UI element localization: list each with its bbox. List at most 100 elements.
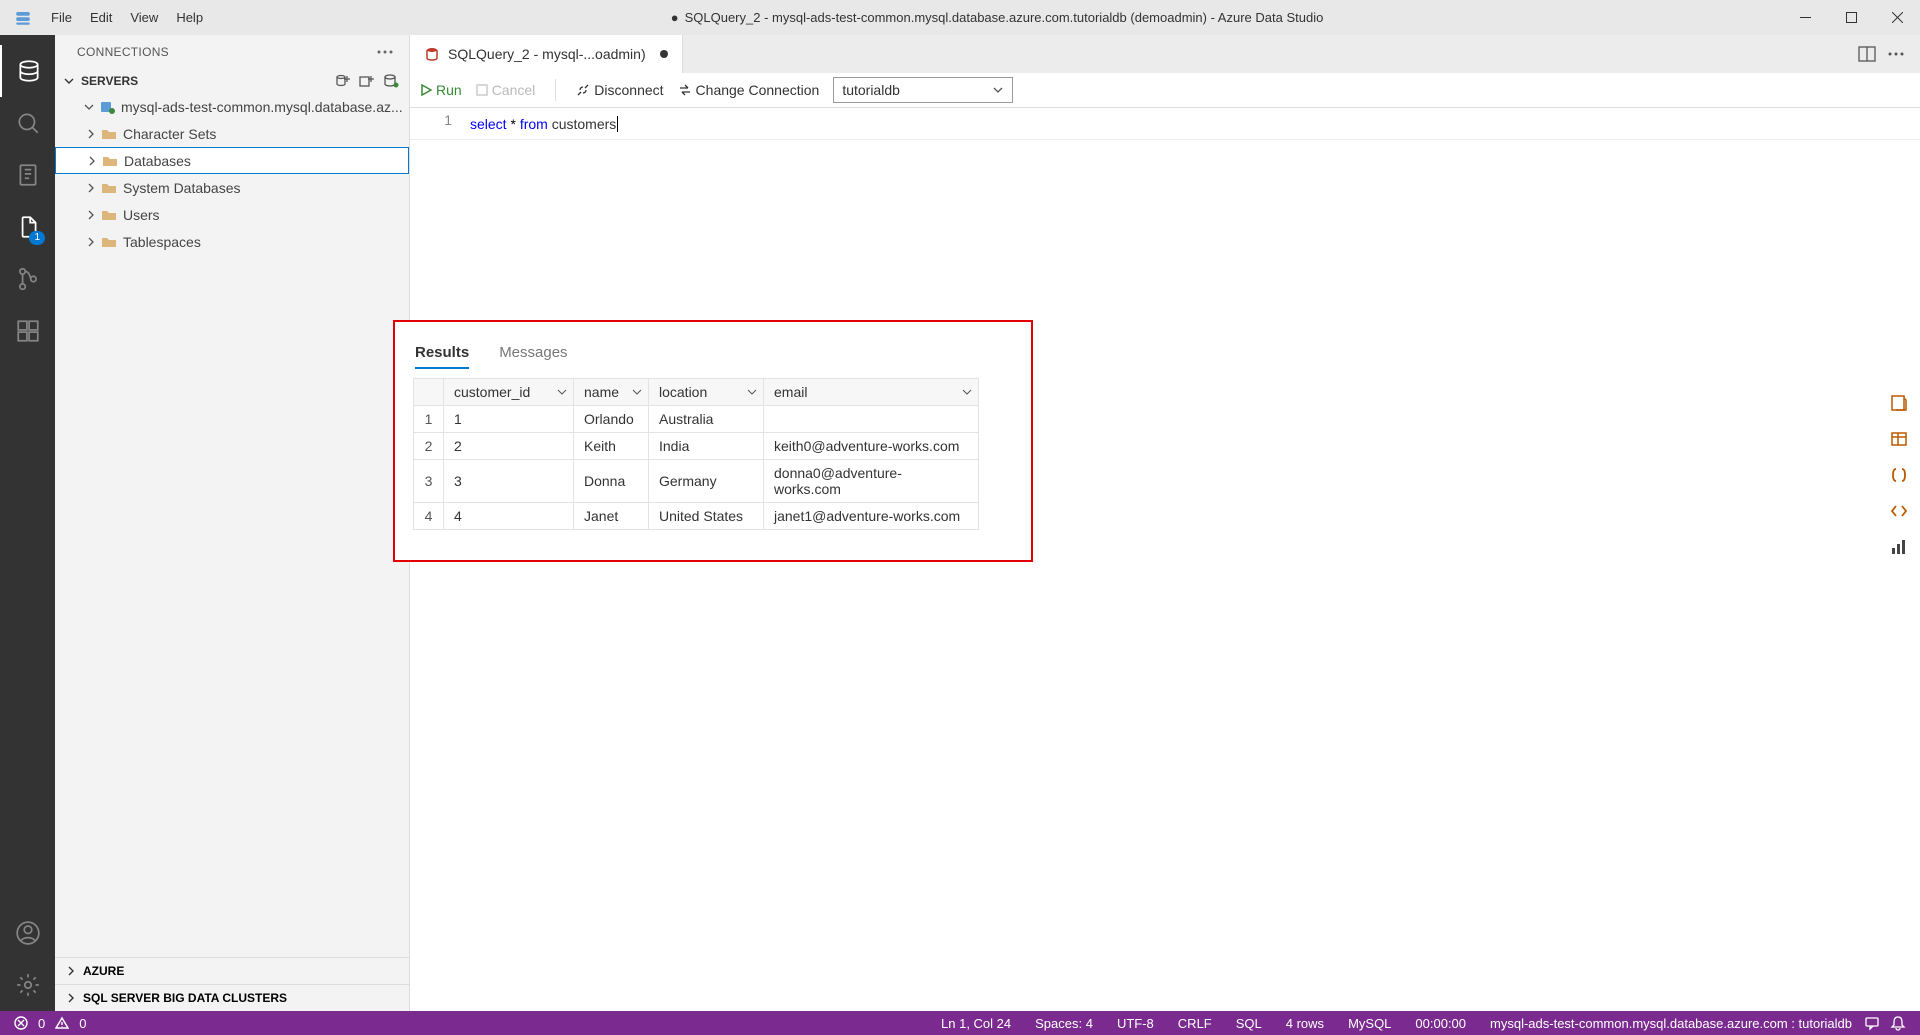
- chevron-right-icon: [65, 992, 77, 1004]
- save-excel-icon[interactable]: [1888, 428, 1910, 450]
- more-icon[interactable]: [377, 50, 393, 54]
- run-button[interactable]: Run: [420, 82, 462, 98]
- chevron-down-icon[interactable]: [747, 387, 757, 397]
- query-toolbar: Run Cancel Disconnect Change Connection …: [410, 73, 1920, 108]
- activity-settings[interactable]: [0, 959, 55, 1011]
- status-bar: 0 0 Ln 1, Col 24 Spaces: 4 UTF-8 CRLF SQ…: [0, 1011, 1920, 1035]
- editor-area: SQLQuery_2 - mysql-...oadmin) Run Cancel: [410, 35, 1920, 1011]
- activity-source-control[interactable]: [0, 253, 55, 305]
- status-time[interactable]: 00:00:00: [1403, 1016, 1478, 1031]
- chevron-down-icon[interactable]: [632, 387, 642, 397]
- status-spaces[interactable]: Spaces: 4: [1023, 1016, 1105, 1031]
- database-select-value: tutorialdb: [842, 82, 900, 98]
- tree-node-character-sets[interactable]: Character Sets: [55, 120, 409, 147]
- col-name[interactable]: name: [574, 379, 649, 406]
- editor-tab-label: SQLQuery_2 - mysql-...oadmin): [448, 46, 646, 62]
- activity-search[interactable]: [0, 97, 55, 149]
- status-errors[interactable]: 0: [38, 1016, 45, 1031]
- menu-help[interactable]: Help: [167, 0, 212, 35]
- results-action-rail: [1888, 392, 1910, 558]
- section-bigdata[interactable]: SQL SERVER BIG DATA CLUSTERS: [55, 984, 409, 1011]
- status-engine[interactable]: MySQL: [1336, 1016, 1403, 1031]
- app-icon: [14, 9, 32, 27]
- separator: [555, 79, 556, 101]
- section-azure[interactable]: AZURE: [55, 957, 409, 984]
- code-editor[interactable]: 1 select * from customers: [410, 108, 1920, 140]
- server-node[interactable]: mysql-ads-test-common.mysql.database.az.…: [55, 93, 409, 120]
- dirty-indicator-icon: ●: [671, 10, 679, 25]
- col-email[interactable]: email: [764, 379, 979, 406]
- activity-extensions[interactable]: [0, 305, 55, 357]
- status-connection[interactable]: mysql-ads-test-common.mysql.database.azu…: [1478, 1016, 1864, 1031]
- activity-accounts[interactable]: [0, 907, 55, 959]
- col-location[interactable]: location: [649, 379, 764, 406]
- server-tree: mysql-ads-test-common.mysql.database.az.…: [55, 93, 409, 957]
- more-icon[interactable]: [1888, 45, 1904, 63]
- warning-icon[interactable]: [55, 1016, 69, 1030]
- tree-node-users[interactable]: Users: [55, 201, 409, 228]
- servers-section-header[interactable]: SERVERS: [55, 69, 409, 93]
- col-customer-id[interactable]: customer_id: [444, 379, 574, 406]
- menu-file[interactable]: File: [42, 0, 81, 35]
- chart-icon[interactable]: [1888, 536, 1910, 558]
- tab-results[interactable]: Results: [415, 344, 469, 369]
- save-csv-icon[interactable]: [1888, 392, 1910, 414]
- editor-tab[interactable]: SQLQuery_2 - mysql-...oadmin): [410, 35, 683, 73]
- feedback-icon[interactable]: [1864, 1015, 1880, 1031]
- chevron-right-icon: [83, 128, 99, 140]
- activity-explorer[interactable]: 1: [0, 201, 55, 253]
- folder-icon: [102, 154, 118, 168]
- table-row[interactable]: 11OrlandoAustralia: [414, 406, 979, 433]
- status-ln-col[interactable]: Ln 1, Col 24: [929, 1016, 1023, 1031]
- status-rows[interactable]: 4 rows: [1274, 1016, 1336, 1031]
- activity-connections[interactable]: [0, 45, 55, 97]
- disconnect-button[interactable]: Disconnect: [576, 82, 663, 98]
- save-json-icon[interactable]: [1888, 464, 1910, 486]
- chevron-right-icon: [83, 209, 99, 221]
- chevron-down-icon[interactable]: [557, 387, 567, 397]
- code-line[interactable]: select * from customers: [470, 108, 618, 139]
- change-connection-button[interactable]: Change Connection: [678, 82, 820, 98]
- table-row[interactable]: 44JanetUnited Statesjanet1@adventure-wor…: [414, 503, 979, 530]
- table-row[interactable]: 22KeithIndiakeith0@adventure-works.com: [414, 433, 979, 460]
- editor-tabs: SQLQuery_2 - mysql-...oadmin): [410, 35, 1920, 73]
- menu-view[interactable]: View: [121, 0, 167, 35]
- chevron-down-icon: [81, 101, 97, 113]
- status-warnings[interactable]: 0: [79, 1016, 86, 1031]
- error-icon[interactable]: [14, 1016, 28, 1030]
- table-row[interactable]: 33DonnaGermanydonna0@adventure-works.com: [414, 460, 979, 503]
- server-label: mysql-ads-test-common.mysql.database.az.…: [121, 99, 403, 115]
- activity-notebooks[interactable]: [0, 149, 55, 201]
- split-editor-icon[interactable]: [1858, 45, 1876, 63]
- bell-icon[interactable]: [1880, 1015, 1906, 1031]
- window-title-text: SQLQuery_2 - mysql-ads-test-common.mysql…: [685, 10, 1324, 25]
- server-status-icon[interactable]: [383, 73, 399, 89]
- tab-messages[interactable]: Messages: [499, 344, 567, 369]
- results-grid[interactable]: customer_id name location email 11Orland…: [413, 378, 979, 530]
- new-group-icon[interactable]: [359, 73, 375, 89]
- status-eol[interactable]: CRLF: [1166, 1016, 1224, 1031]
- sidebar: CONNECTIONS SERVERS mysql-ads-test-commo…: [55, 35, 410, 1011]
- folder-icon: [101, 235, 117, 249]
- menu-edit[interactable]: Edit: [81, 0, 121, 35]
- database-icon: [424, 46, 440, 62]
- new-connection-icon[interactable]: [335, 73, 351, 89]
- tree-node-tablespaces[interactable]: Tablespaces: [55, 228, 409, 255]
- chevron-down-icon[interactable]: [962, 387, 972, 397]
- status-encoding[interactable]: UTF-8: [1105, 1016, 1166, 1031]
- save-xml-icon[interactable]: [1888, 500, 1910, 522]
- tree-node-databases[interactable]: Databases: [55, 147, 409, 174]
- status-lang[interactable]: SQL: [1224, 1016, 1274, 1031]
- maximize-button[interactable]: [1828, 0, 1874, 35]
- database-select[interactable]: tutorialdb: [833, 77, 1013, 103]
- tree-node-system-databases[interactable]: System Databases: [55, 174, 409, 201]
- folder-icon: [101, 181, 117, 195]
- chevron-right-icon: [83, 236, 99, 248]
- server-icon: [99, 99, 115, 115]
- close-button[interactable]: [1874, 0, 1920, 35]
- activity-bar: 1: [0, 35, 55, 1011]
- chevron-down-icon: [992, 84, 1004, 96]
- explorer-badge: 1: [29, 231, 45, 245]
- chevron-down-icon: [63, 75, 75, 87]
- minimize-button[interactable]: [1782, 0, 1828, 35]
